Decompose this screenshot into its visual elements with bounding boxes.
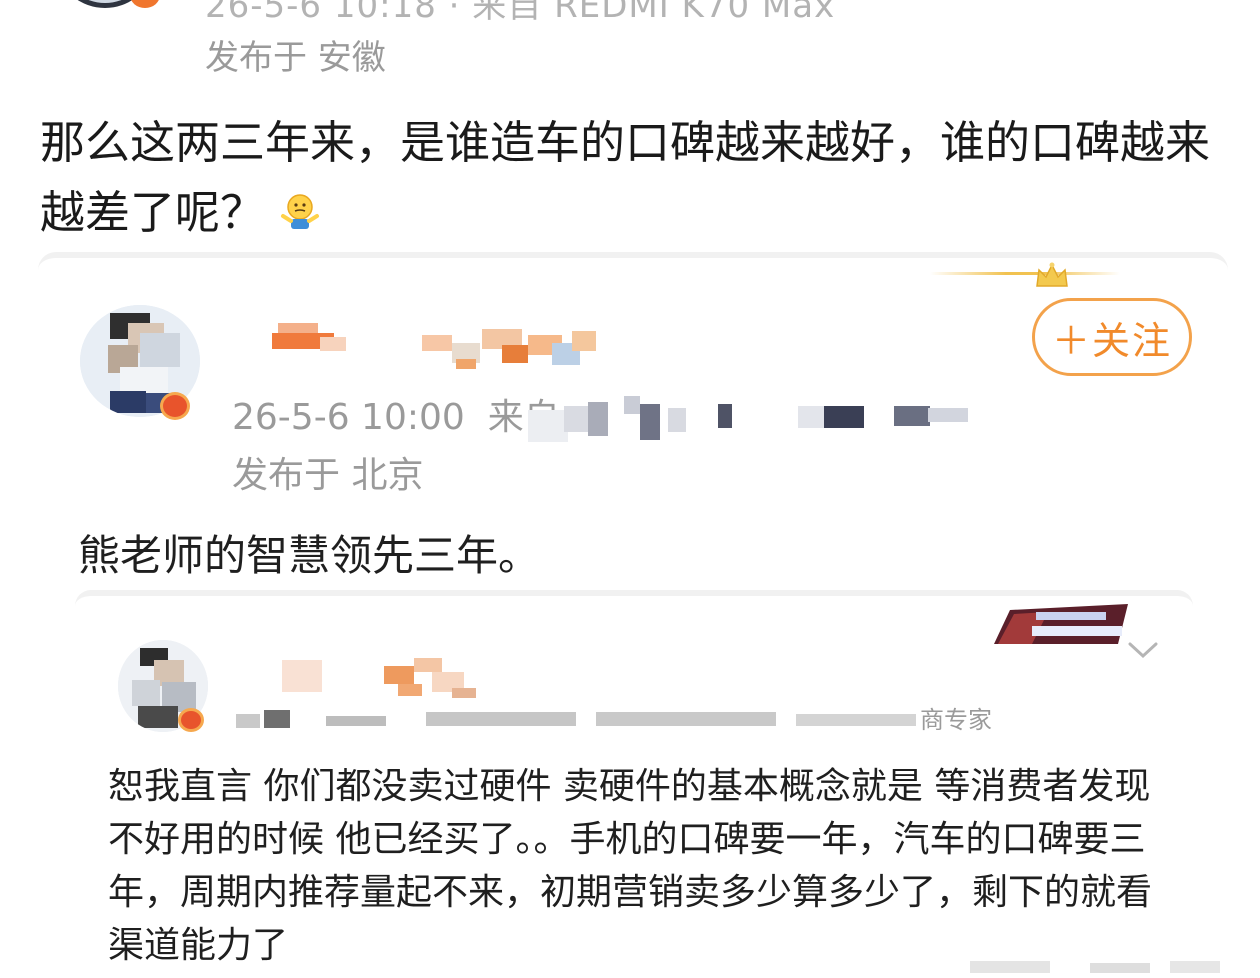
comment-source-blurred [528, 392, 968, 446]
post-body: 那么这两三年来，是谁造车的口碑越来越好，谁的口碑越来越差了呢？ [40, 116, 1211, 239]
follow-button[interactable]: ＋关注 [1032, 298, 1192, 376]
vip-decoration-line [930, 272, 1120, 275]
post-meta: 26-5-6 10:18 · 来自 REDMI K70 Max [205, 0, 836, 26]
verified-badge-icon [178, 708, 204, 732]
comment-location: 发布于 北京 [232, 455, 424, 496]
nested-comment-meta-tail: 商专家 [920, 706, 992, 734]
footer-blurred [970, 958, 1230, 973]
post-location: 发布于 安徽 [205, 38, 386, 78]
commenter-name-blurred[interactable] [272, 315, 612, 375]
nested-commenter-name-blurred[interactable] [282, 652, 482, 702]
decoration-banner [988, 604, 1132, 650]
shrug-emoji-icon [279, 182, 321, 229]
verified-badge-icon [160, 392, 190, 420]
nested-comment-meta-blurred [236, 700, 1036, 730]
comment-meta: 26-5-6 10:00 来自 [232, 388, 560, 440]
post-text: 那么这两三年来，是谁造车的口碑越来越好，谁的口碑越来越差了呢？ [40, 108, 1240, 248]
crown-icon [1034, 262, 1070, 294]
comment-time: 26-5-6 10:00 [232, 397, 465, 438]
comment-text: 熊老师的智慧领先三年。 [78, 531, 541, 580]
post-author-badge [130, 0, 160, 8]
chevron-down-icon[interactable] [1126, 640, 1160, 664]
nested-comment-text: 恕我直言 你们都没卖过硬件 卖硬件的基本概念就是 等消费者发现不好用的时候 他已… [108, 766, 1153, 966]
